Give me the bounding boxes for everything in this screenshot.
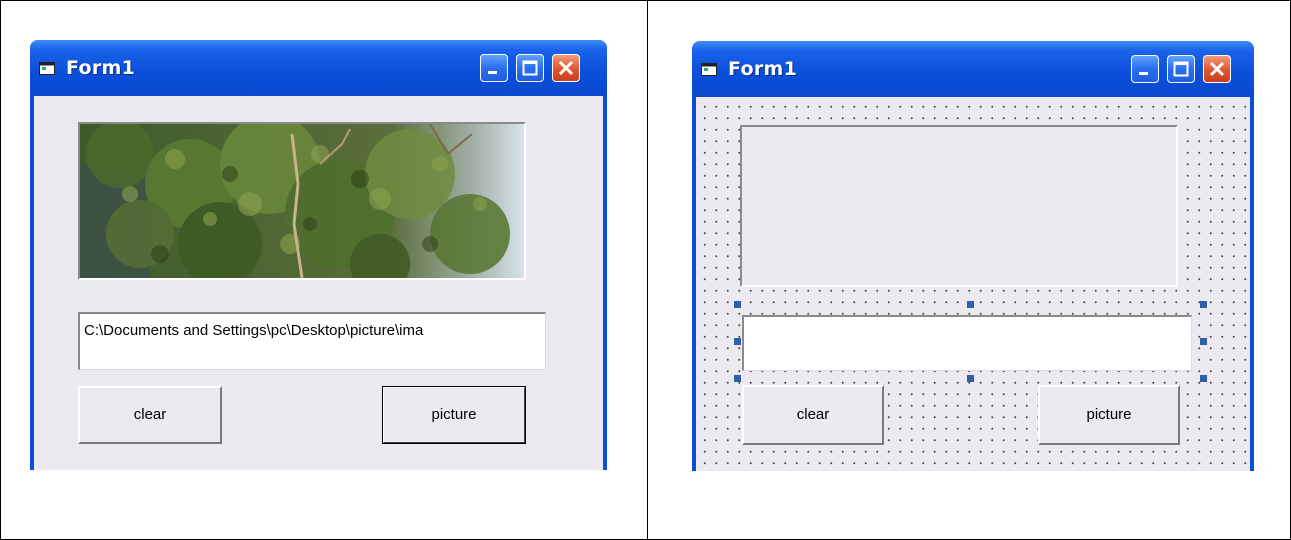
- picture-button[interactable]: picture: [1038, 385, 1180, 445]
- clear-button[interactable]: clear: [742, 385, 884, 445]
- minimize-icon: [488, 71, 497, 74]
- form1-design-window: Form1 clear picture: [692, 41, 1254, 471]
- picture-box: [78, 122, 526, 280]
- minimize-button[interactable]: [480, 54, 508, 82]
- form-icon: [701, 63, 717, 76]
- maximize-icon: [522, 60, 538, 76]
- close-icon: [1209, 61, 1225, 77]
- selection-handle[interactable]: [1200, 301, 1207, 308]
- selection-handle[interactable]: [734, 375, 741, 382]
- close-button[interactable]: [552, 54, 580, 82]
- form-design-grid: clear picture: [696, 97, 1250, 471]
- selection-handle[interactable]: [967, 375, 974, 382]
- path-textbox[interactable]: [742, 315, 1192, 371]
- maximize-button[interactable]: [1167, 55, 1195, 83]
- tree-photo: [80, 124, 524, 278]
- title-bar[interactable]: Form1: [30, 40, 607, 96]
- window-title: Form1: [728, 58, 798, 80]
- column-divider: [647, 0, 648, 540]
- minimize-button[interactable]: [1131, 55, 1159, 83]
- maximize-icon: [1173, 61, 1189, 77]
- selection-handle[interactable]: [734, 301, 741, 308]
- maximize-button[interactable]: [516, 54, 544, 82]
- form-icon: [39, 62, 55, 75]
- picture-box[interactable]: [740, 125, 1178, 287]
- title-bar[interactable]: Form1: [692, 41, 1254, 97]
- close-button[interactable]: [1203, 55, 1231, 83]
- close-icon: [558, 60, 574, 76]
- form1-runtime-window: Form1 C:\Documents and Settings\pc\Deskt…: [30, 40, 607, 470]
- picture-button[interactable]: picture: [382, 386, 526, 444]
- selection-handle[interactable]: [734, 338, 741, 345]
- selection-handle[interactable]: [967, 301, 974, 308]
- window-title: Form1: [66, 57, 136, 79]
- form-client-area: C:\Documents and Settings\pc\Desktop\pic…: [34, 96, 603, 470]
- minimize-icon: [1139, 72, 1148, 75]
- clear-button[interactable]: clear: [78, 386, 222, 444]
- path-textbox[interactable]: C:\Documents and Settings\pc\Desktop\pic…: [78, 312, 546, 370]
- selection-handle[interactable]: [1200, 375, 1207, 382]
- selection-handle[interactable]: [1200, 338, 1207, 345]
